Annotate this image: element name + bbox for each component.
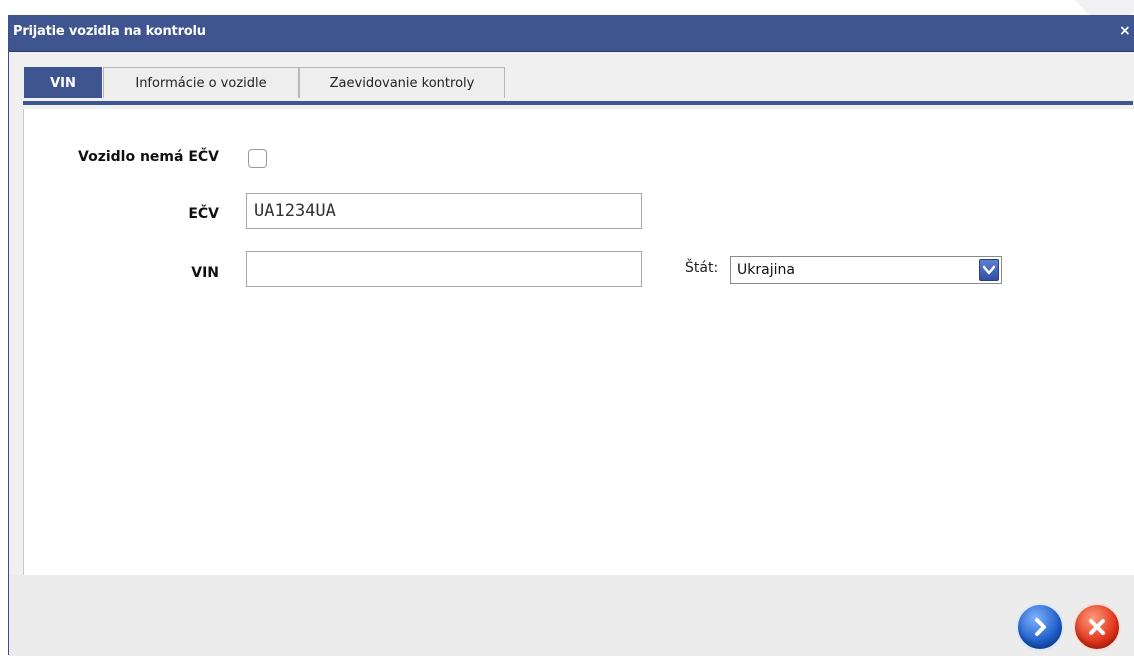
state-label: Štát: (685, 260, 719, 276)
titlebar: Prijatie vozidla na kontrolu × (9, 15, 1134, 52)
tab-panel-vin: Vozidlo nemá EČV EČV VIN Štát: Ukrajina (23, 109, 1134, 576)
cancel-button[interactable] (1073, 603, 1121, 651)
no-plate-checkbox[interactable] (248, 149, 267, 168)
next-button[interactable] (1016, 603, 1064, 651)
dialog-title: Prijatie vozidla na kontrolu (13, 24, 206, 39)
tab-label: Zaevidovanie kontroly (329, 75, 475, 91)
tab-underline (23, 101, 1133, 105)
dialog-window: Prijatie vozidla na kontrolu × VIN Infor… (8, 15, 1134, 656)
tab-label: Informácie o vozidle (135, 75, 267, 91)
close-icon[interactable]: × (1119, 23, 1131, 39)
plate-label: EČV (188, 206, 219, 222)
state-select-value: Ukrajina (737, 262, 795, 278)
dialog-footer (9, 575, 1134, 656)
tab-vin[interactable]: VIN (24, 67, 102, 98)
chevron-right-icon (1035, 618, 1046, 636)
tab-label: VIN (50, 75, 76, 91)
no-plate-label: Vozidlo nemá EČV (78, 149, 219, 165)
tab-vehicle-info[interactable]: Informácie o vozidle (103, 67, 299, 98)
vin-input[interactable] (246, 251, 642, 287)
tab-register-inspection[interactable]: Zaevidovanie kontroly (299, 67, 505, 98)
chevron-down-icon[interactable] (979, 259, 999, 281)
state-select[interactable]: Ukrajina (730, 256, 1002, 284)
tab-bar: VIN Informácie o vozidle Zaevidovanie ko… (9, 52, 1134, 110)
vin-label: VIN (191, 265, 219, 281)
plate-input[interactable] (246, 193, 642, 229)
x-icon (1089, 619, 1105, 635)
